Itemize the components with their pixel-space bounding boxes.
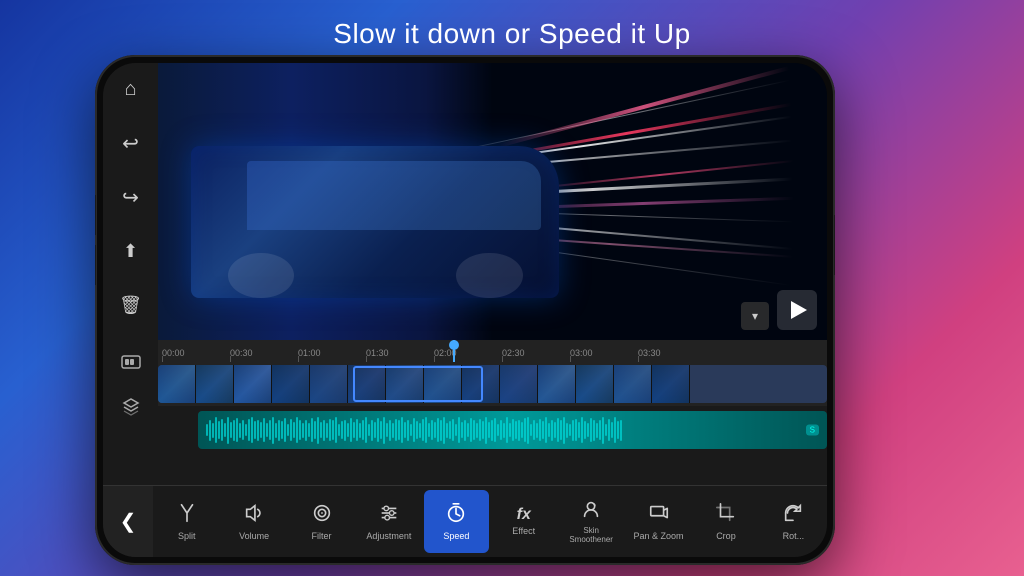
thumb-13: [614, 365, 652, 403]
thumb-4: [272, 365, 310, 403]
effect-label: Effect: [512, 526, 535, 536]
thumb-12: [576, 365, 614, 403]
play-button[interactable]: [777, 290, 817, 330]
adjustment-label: Adjustment: [366, 531, 411, 541]
phone-volume-btn-2: [95, 245, 96, 285]
pan-zoom-icon: [648, 502, 670, 528]
ruler-30: 00:30: [230, 348, 253, 358]
phone-power-btn: [834, 215, 835, 275]
speed-track[interactable]: S: [158, 408, 827, 452]
toolbar-adjustment[interactable]: Adjustment: [356, 490, 421, 553]
sidebar: ⌂ ↩ ↪ ⬆ 🗑: [103, 63, 158, 340]
phone: ⌂ ↩ ↪ ⬆ 🗑: [95, 55, 835, 565]
toolbar-filter[interactable]: Filter: [289, 490, 354, 553]
effect-icon: fx: [517, 507, 531, 523]
speed-marker: S: [806, 425, 819, 436]
ruler-230: 02:30: [502, 348, 525, 358]
video-track[interactable]: [158, 362, 827, 406]
timeline-sidebar: [103, 340, 158, 485]
speed-label: Speed: [443, 531, 469, 541]
toolbar-crop[interactable]: Crop: [693, 490, 758, 553]
thumb-11: [538, 365, 576, 403]
toolbar-volume[interactable]: Volume: [221, 490, 286, 553]
ruler-100: 01:00: [298, 348, 321, 358]
back-button[interactable]: ❮: [103, 486, 153, 557]
pan-zoom-label: Pan & Zoom: [634, 531, 684, 541]
page-title: Slow it down or Speed it Up: [0, 18, 1024, 50]
video-track-icon[interactable]: [113, 344, 149, 380]
app-container: ⌂ ↩ ↪ ⬆ 🗑: [103, 63, 827, 557]
filter-label: Filter: [312, 531, 332, 541]
volume-label: Volume: [239, 531, 269, 541]
track-selection: [353, 366, 483, 402]
ruler-330: 03:30: [638, 348, 661, 358]
sidebar-redo-btn[interactable]: ↪: [113, 179, 149, 215]
ruler-130: 01:30: [366, 348, 389, 358]
skin-icon: [580, 498, 602, 524]
split-icon: [176, 502, 198, 528]
layers-icon[interactable]: [113, 388, 149, 424]
timeline-area: 00:00 00:30 01:00 01:30 02:00 02:30 03:0…: [103, 340, 827, 485]
crop-icon: [715, 502, 737, 528]
phone-inner: ⌂ ↩ ↪ ⬆ 🗑: [103, 63, 827, 557]
bottom-toolbar: ❮ Split: [103, 485, 827, 557]
toolbar-effect[interactable]: fx Effect: [491, 490, 556, 553]
sidebar-home-btn[interactable]: ⌂: [113, 71, 149, 107]
thumb-1: [158, 365, 196, 403]
skin-label: SkinSmoothener: [569, 527, 613, 545]
toolbar-items: Split Volume: [153, 486, 827, 557]
thumb-10: [500, 365, 538, 403]
rotate-icon: [782, 502, 804, 528]
video-scene: [158, 63, 827, 340]
thumb-5: [310, 365, 348, 403]
toolbar-skin-smoothener[interactable]: SkinSmoothener: [558, 490, 623, 553]
timeline-content: 00:00 00:30 01:00 01:30 02:00 02:30 03:0…: [158, 340, 827, 485]
thumb-14: [652, 365, 690, 403]
dropdown-btn[interactable]: ▾: [741, 302, 769, 330]
rotate-label: Rot...: [783, 531, 805, 541]
toolbar-speed[interactable]: Speed: [424, 490, 489, 553]
ruler-300: 03:00: [570, 348, 593, 358]
split-label: Split: [178, 531, 196, 541]
thumb-3: [234, 365, 272, 403]
toolbar-pan-zoom[interactable]: Pan & Zoom: [626, 490, 691, 553]
playhead: [453, 340, 455, 362]
filter-icon: [311, 502, 333, 528]
sidebar-export-btn[interactable]: ⬆: [113, 233, 149, 269]
crop-label: Crop: [716, 531, 736, 541]
sidebar-undo-btn[interactable]: ↩: [113, 125, 149, 161]
sidebar-delete-btn[interactable]: 🗑: [113, 287, 149, 323]
speed-icon: [445, 502, 467, 528]
thumb-2: [196, 365, 234, 403]
video-preview: ▾: [158, 63, 827, 340]
car-silhouette: [191, 146, 559, 298]
toolbar-rotate[interactable]: Rot...: [761, 490, 826, 553]
volume-icon: [243, 502, 265, 528]
ruler-00: 00:00: [162, 348, 185, 358]
app-main: ⌂ ↩ ↪ ⬆ 🗑: [103, 63, 827, 340]
phone-volume-btn-1: [95, 195, 96, 235]
adjustment-icon: [378, 502, 400, 528]
toolbar-split[interactable]: Split: [154, 490, 219, 553]
play-icon: [791, 301, 807, 319]
timeline-ruler: 00:00 00:30 01:00 01:30 02:00 02:30 03:0…: [158, 340, 827, 362]
